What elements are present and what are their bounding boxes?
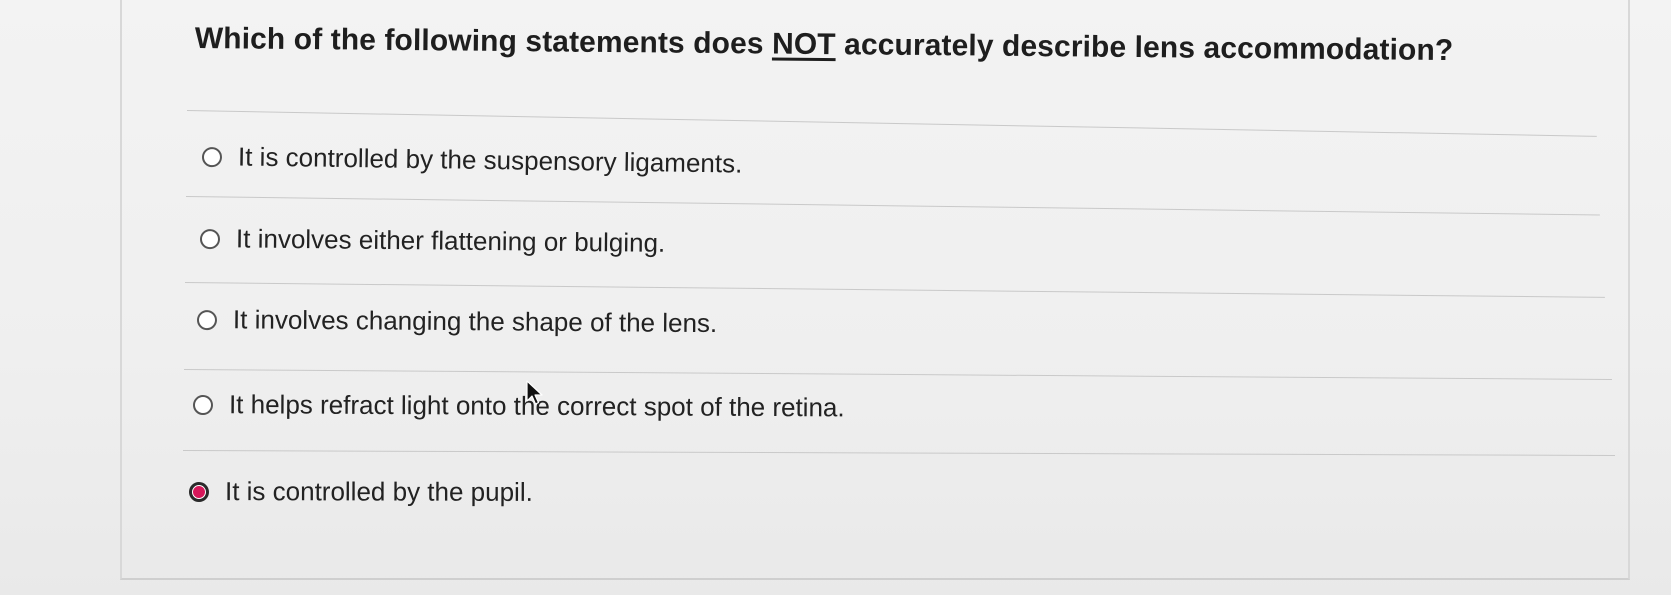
answer-option-label: It involves changing the shape of the le… bbox=[232, 304, 718, 339]
mouse-pointer-icon bbox=[526, 380, 543, 405]
radio-button-icon[interactable] bbox=[201, 146, 223, 167]
answer-option-label: It is controlled by the pupil. bbox=[224, 476, 533, 507]
page: Which of the following statements does N… bbox=[0, 0, 1671, 595]
question-prefix: Which of the following statements does bbox=[194, 22, 773, 61]
question-emphasis: NOT bbox=[771, 27, 836, 62]
radio-button-selected-icon[interactable] bbox=[188, 481, 210, 502]
radio-button-icon[interactable] bbox=[196, 309, 218, 330]
radio-button-icon[interactable] bbox=[199, 228, 221, 249]
answer-option[interactable]: It involves changing the shape of the le… bbox=[196, 304, 718, 339]
answer-option[interactable]: It involves either flattening or bulging… bbox=[199, 223, 666, 259]
answer-option[interactable]: It helps refract light onto the correct … bbox=[192, 389, 845, 423]
radio-button-icon[interactable] bbox=[192, 394, 214, 415]
answer-option-selected[interactable]: It is controlled by the pupil. bbox=[188, 476, 533, 508]
question-suffix: accurately describe lens accommodation? bbox=[835, 28, 1454, 68]
answer-option-label: It involves either flattening or bulging… bbox=[235, 223, 666, 258]
